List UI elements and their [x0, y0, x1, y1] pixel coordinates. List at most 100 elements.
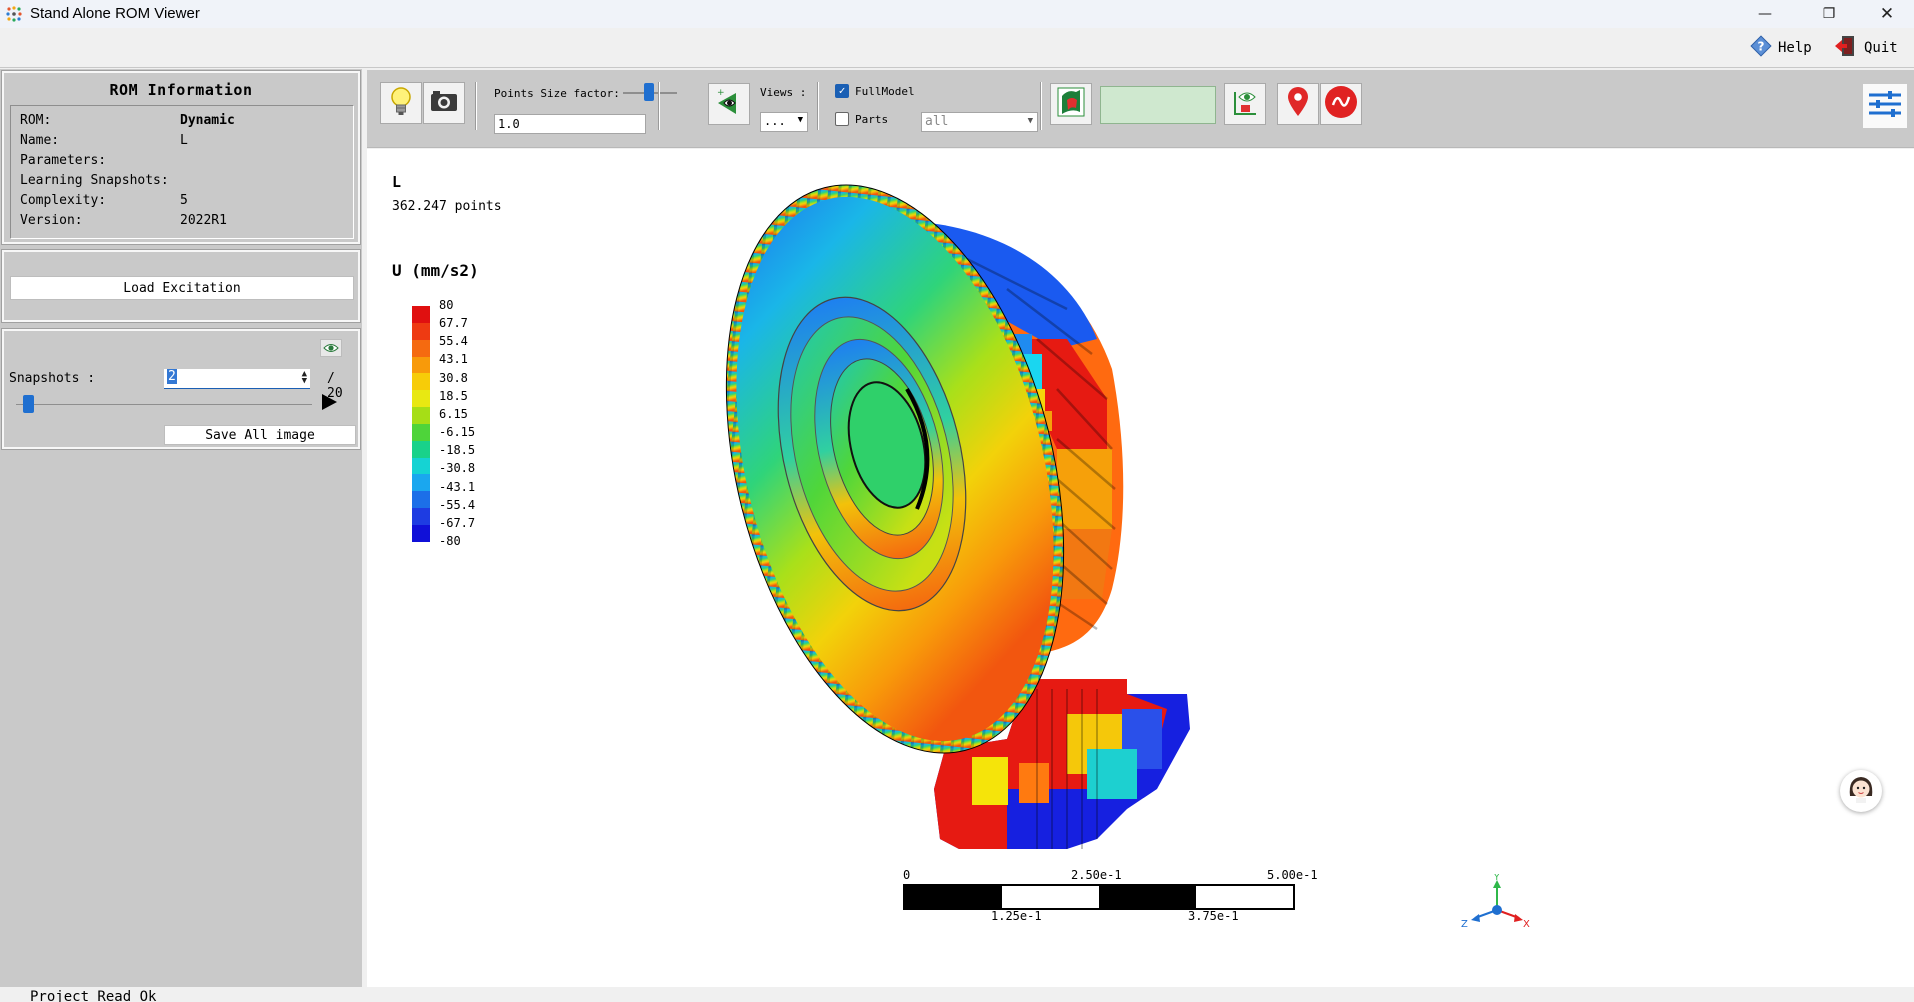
- play-icon: [320, 393, 338, 415]
- legend-value-label: 55.4: [439, 334, 468, 349]
- axis-y-label: Y: [1493, 874, 1500, 883]
- name-key: Name:: [20, 133, 60, 148]
- scale-label-three-quarter: 3.75e-1: [1188, 909, 1239, 923]
- chevron-down-icon: ▼: [1027, 116, 1033, 126]
- axis-x-label: X: [1523, 919, 1530, 930]
- snapshot-slider-handle[interactable]: [23, 395, 34, 413]
- fullmodel-checkbox[interactable]: ✓: [835, 84, 849, 98]
- legend-color-segment: [412, 423, 430, 441]
- color-legend-bar: [412, 306, 430, 542]
- legend-color-segment: [412, 373, 430, 391]
- close-button[interactable]: ✕: [1864, 0, 1910, 28]
- complexity-value: 5: [180, 193, 188, 208]
- toolbar: Points Size factor: 1.0 + Views : ... ▼ …: [367, 70, 1914, 148]
- snapshot-slider-track[interactable]: [16, 404, 312, 405]
- axis-z-label: Z: [1461, 919, 1468, 930]
- fullmodel-label: FullModel: [855, 85, 915, 98]
- view-add-icon: +: [714, 87, 744, 121]
- legend-color-segment: [412, 390, 430, 408]
- help-icon: ?: [1750, 35, 1772, 61]
- status-indicator-field: [1100, 86, 1216, 124]
- legend-value-label: -80: [439, 534, 461, 548]
- eye-icon: [323, 339, 339, 358]
- probe-button[interactable]: [1320, 83, 1362, 125]
- parameters-key: Parameters:: [20, 153, 107, 168]
- legend-color-segment: [412, 407, 430, 424]
- views-label: Views :: [760, 86, 807, 99]
- legend-value-label: -6.15: [439, 425, 476, 440]
- legend-color-segment: [412, 440, 430, 458]
- axis-triad: Y X Z: [1461, 874, 1530, 930]
- settings-button[interactable]: [1863, 84, 1907, 128]
- legend-value-label: 18.5: [439, 388, 468, 403]
- eye-view-button[interactable]: [1224, 83, 1266, 125]
- 3d-viewport[interactable]: L 362.247 points U (mm/s2) 80 67.7 55.4 43.…: [367, 149, 1914, 987]
- legend-color-segment: [412, 457, 430, 475]
- help-label: Help: [1778, 40, 1812, 56]
- toolbar-divider: [475, 82, 477, 130]
- minimize-button[interactable]: —: [1742, 0, 1788, 28]
- legend-color-segment: [412, 306, 430, 323]
- load-excitation-button[interactable]: Load Excitation: [10, 276, 354, 300]
- legend-value-label: 67.7: [439, 316, 468, 331]
- complexity-key: Complexity:: [20, 193, 107, 208]
- name-value: L: [180, 133, 188, 148]
- scale-label-mid: 2.50e-1: [1071, 868, 1122, 882]
- scale-bar: [903, 884, 1295, 910]
- rom-value: Dynamic: [180, 113, 235, 128]
- version-value: 2022R1: [180, 213, 227, 228]
- legend-value-label: -67.7: [439, 515, 476, 530]
- snapshot-current-value: 2: [167, 369, 177, 384]
- exit-door-icon: [1834, 34, 1858, 62]
- svg-text:?: ?: [1758, 40, 1765, 54]
- legend-value-label: 6.15: [439, 406, 468, 421]
- legend-value-label: -43.1: [439, 479, 476, 494]
- legend-color-segment: [412, 322, 430, 340]
- legend-value-label: 30.8: [439, 370, 468, 385]
- lightbulb-icon: [387, 85, 415, 121]
- views-value: ...: [764, 114, 786, 128]
- help-button[interactable]: ? Help: [1750, 35, 1812, 61]
- model-map-button[interactable]: [1050, 83, 1092, 125]
- svg-text:+: +: [717, 88, 725, 98]
- eye-toggle-button[interactable]: [320, 339, 342, 357]
- location-button[interactable]: [1277, 83, 1319, 125]
- spin-arrows-icon[interactable]: ▲ ▼: [302, 370, 307, 386]
- screenshot-button[interactable]: [423, 82, 465, 124]
- settings-sliders-icon: [1867, 89, 1903, 123]
- add-view-button[interactable]: +: [708, 83, 750, 125]
- chevron-down-icon: ▼: [797, 115, 803, 125]
- version-key: Version:: [20, 213, 83, 228]
- parts-dropdown[interactable]: all ▼: [921, 112, 1038, 132]
- play-button[interactable]: [319, 394, 339, 414]
- snapshot-spinbox[interactable]: 2 ▲ ▼: [164, 369, 310, 389]
- legend-value-label: 43.1: [439, 352, 468, 367]
- assistant-face-icon: [1846, 774, 1876, 808]
- parts-label: Parts: [855, 113, 889, 126]
- menu-bar: ? Help Quit: [0, 28, 1914, 68]
- legend-title: U (mm/s2): [392, 261, 479, 280]
- legend-color-segment: [412, 508, 430, 525]
- probe-icon: [1324, 85, 1358, 123]
- rom-information-heading: ROM Information: [109, 81, 253, 99]
- legend-color-segment: [412, 356, 430, 374]
- location-pin-icon: [1286, 86, 1310, 122]
- gear-model-render[interactable]: [367, 149, 1914, 987]
- legend-value-label: -30.8: [439, 461, 476, 476]
- status-bar: Project Read Ok: [0, 987, 1914, 1002]
- points-size-slider-handle[interactable]: [644, 83, 654, 101]
- save-all-image-button[interactable]: Save All image: [164, 425, 356, 445]
- parts-value: all: [925, 114, 949, 129]
- snapshots-label: Snapshots :: [9, 371, 96, 386]
- assistant-avatar[interactable]: [1840, 770, 1882, 812]
- views-dropdown[interactable]: ... ▼: [760, 112, 808, 132]
- model-name: L: [392, 173, 402, 191]
- maximize-button[interactable]: ❐: [1806, 0, 1852, 28]
- legend-value-label: 80: [439, 298, 454, 312]
- parts-checkbox[interactable]: [835, 112, 849, 126]
- points-size-input[interactable]: 1.0: [494, 114, 646, 134]
- scale-label-quarter: 1.25e-1: [991, 909, 1042, 923]
- status-text: Project Read Ok: [30, 989, 157, 1002]
- quit-button[interactable]: Quit: [1834, 36, 1898, 60]
- lighting-button[interactable]: [380, 82, 422, 124]
